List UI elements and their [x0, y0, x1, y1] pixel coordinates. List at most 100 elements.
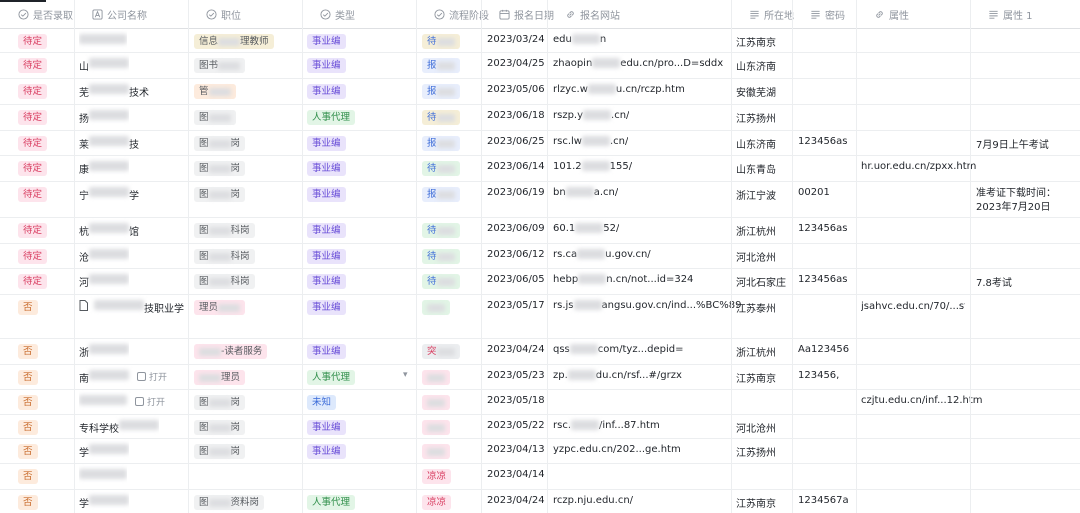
cell-location[interactable]: 浙江杭州 [736, 217, 776, 243]
cell-date[interactable]: 2023/04/14 [487, 463, 545, 489]
cell-type[interactable]: 事业编 [307, 414, 346, 438]
cell-site[interactable]: 60.1 52/ [553, 217, 619, 243]
cell-date[interactable]: 2023/05/17 [487, 294, 545, 338]
cell-type[interactable]: 事业编 [307, 294, 346, 338]
cell-type[interactable]: 事业编 [307, 130, 346, 155]
cell-company[interactable]: 宁学 [79, 181, 139, 217]
cell-status[interactable]: 待定 [18, 52, 48, 78]
cell-stage[interactable]: 报 [422, 78, 460, 104]
cell-site[interactable]: rczp.nju.edu.cn/ [553, 489, 633, 513]
cell-password[interactable]: Aa123456 [798, 338, 849, 364]
cell-job[interactable]: 信息 理教师 [194, 28, 274, 52]
column-header-10[interactable]: 属性 1 [988, 0, 1033, 28]
cell-date[interactable]: 2023/04/13 [487, 438, 545, 463]
cell-company[interactable] [79, 28, 127, 52]
column-header-0[interactable]: 是否录取 [18, 0, 73, 28]
cell-date[interactable]: 2023/05/23 [487, 364, 545, 389]
cell-status[interactable]: 否 [18, 414, 38, 438]
cell-site[interactable]: edu n [553, 28, 606, 52]
cell-location[interactable]: 江苏南京 [736, 28, 776, 52]
cell-status[interactable]: 待定 [18, 130, 48, 155]
cell-job[interactable]: 理员 [194, 294, 246, 338]
cell-date[interactable]: 2023/06/12 [487, 243, 545, 268]
cell-location[interactable]: 山东青岛 [736, 155, 776, 181]
table-row[interactable]: 否打开图岗未知 2023/05/18 czjtu.edu.cn/inf...12.h… [0, 389, 1080, 415]
cell-stage[interactable]: 凉凉 [422, 489, 452, 513]
cell-type[interactable]: 人事代理 ▾ [307, 364, 415, 389]
cell-type[interactable]: 事业编 [307, 155, 346, 181]
table-row[interactable]: 待定 芜 技术 管 事业编 报 2023/05/06 rlzyc.w u.cn/rczp.htm… [0, 78, 1080, 105]
cell-company[interactable]: 学 [79, 489, 129, 513]
column-header-8[interactable]: 密码 [810, 0, 845, 28]
cell-type[interactable]: 事业编 [307, 438, 346, 463]
column-header-5[interactable]: 报名日期 [499, 0, 554, 28]
table-row[interactable]: 待定莱技图岗事业编报 2023/06/25 rsc.lw .cn/山东济南 123456… [0, 130, 1080, 156]
cell-status[interactable]: 否 [18, 294, 38, 338]
table-row[interactable]: 待定 山 图书 事业编 报 2023/04/25 zhaopin edu.cn/pro...D… [0, 52, 1080, 79]
cell-type[interactable]: 事业编 [307, 52, 346, 78]
cell-location[interactable]: 山东济南 [736, 130, 776, 155]
table-row[interactable]: 否 凉凉 2023/04/14 [0, 463, 1080, 490]
cell-location[interactable]: 河北沧州 [736, 243, 776, 268]
table-row[interactable]: 否 技职业学 理员 事业编 2023/05/17 rs.js angsu.gov.cn/in… [0, 294, 1080, 339]
cell-job[interactable]: 图岗 [194, 155, 246, 181]
column-header-6[interactable]: 报名网站 [565, 0, 620, 28]
cell-status[interactable]: 待定 [18, 78, 48, 104]
cell-company[interactable]: 河 [79, 268, 129, 294]
cell-location[interactable]: 浙江杭州 [736, 338, 776, 364]
table-row[interactable]: 否 学 图 资料岗 人事代理 凉凉 2023/04/24 rczp.nju.edu.cn/江苏… [0, 489, 1080, 513]
cell-type[interactable]: 事业编 [307, 268, 346, 294]
cell-type[interactable]: 未知 [307, 389, 337, 414]
cell-attr[interactable]: czjtu.edu.cn/inf...12.htm [861, 389, 983, 414]
cell-site[interactable]: 101.2 155/ [553, 155, 632, 181]
table-row[interactable]: 否学图岗事业编 2023/04/13 yzpc.edu.cn/202...ge.ht… [0, 438, 1080, 464]
cell-type[interactable]: 事业编 [307, 243, 346, 268]
table-row[interactable]: 待定 河 图 科岗 事业编 待 2023/06/05 hebp n.cn/not...id=32… [0, 268, 1080, 295]
cell-date[interactable]: 2023/05/18 [487, 389, 545, 414]
cell-stage[interactable] [422, 364, 450, 389]
cell-type[interactable]: 事业编 [307, 28, 346, 52]
cell-stage[interactable]: 突 [422, 338, 460, 364]
cell-stage[interactable]: 报 [422, 181, 460, 217]
cell-stage[interactable]: 报 [422, 52, 460, 78]
cell-location[interactable]: 浙江宁波 [736, 181, 776, 217]
table-row[interactable]: 待定 扬 图 人事代理 待 2023/06/18 rszp.y .cn/江苏扬州 [0, 104, 1080, 131]
column-header-2[interactable]: 职位 [206, 0, 241, 28]
open-record-button[interactable]: 打开 [137, 370, 167, 383]
cell-attr1[interactable]: 准考证下载时间：2023年7月20日 [976, 181, 1078, 217]
cell-job[interactable]: 图书 [194, 52, 246, 78]
cell-company[interactable]: 学 [79, 438, 129, 463]
cell-stage[interactable]: 凉凉 [422, 463, 452, 489]
cell-attr1[interactable]: 7月9日上午考试 [976, 130, 1049, 155]
cell-site[interactable]: yzpc.edu.cn/202...ge.htm [553, 438, 681, 463]
table-row[interactable]: 待定杭馆图科岗 事业编待 2023/06/09 60.1 52/浙江杭州 123456as [0, 217, 1080, 244]
cell-location[interactable]: 河北沧州 [736, 414, 776, 438]
cell-job[interactable]: 图岗 [194, 130, 246, 155]
cell-location[interactable]: 江苏扬州 [736, 438, 776, 463]
cell-location[interactable]: 山东济南 [736, 52, 776, 78]
cell-stage[interactable] [422, 438, 450, 463]
cell-job[interactable]: 管 [194, 78, 236, 104]
table-row[interactable]: 否 南 打开 理员 人事代理 ▾ 2023/05/23 zp. du.cn/rsf...#/gr… [0, 364, 1080, 390]
cell-company[interactable]: 技职业学 [79, 294, 184, 338]
cell-stage[interactable] [422, 389, 450, 414]
cell-site[interactable]: rs.ca u.gov.cn/ [553, 243, 651, 268]
table-row[interactable]: 待定康图岗事业编待 2023/06/14 101.2 155/山东青岛 hr.uor.e… [0, 155, 1080, 182]
cell-company[interactable]: 康 [79, 155, 129, 181]
cell-location[interactable]: 江苏南京 [736, 364, 776, 389]
cell-site[interactable]: rsc.lw .cn/ [553, 130, 628, 155]
cell-location[interactable]: 江苏扬州 [736, 104, 776, 130]
chevron-down-icon[interactable]: ▾ [403, 370, 408, 380]
cell-site[interactable]: rszp.y .cn/ [553, 104, 629, 130]
cell-date[interactable]: 2023/06/05 [487, 268, 545, 294]
cell-company[interactable]: 沧 [79, 243, 129, 268]
cell-date[interactable]: 2023/06/18 [487, 104, 545, 130]
cell-stage[interactable]: 待 [422, 217, 460, 243]
table-row[interactable]: 否专科学校图岗事业编 2023/05/22 rsc./inf...87.htm 河北沧… [0, 414, 1080, 439]
cell-company[interactable]: 浙 [79, 338, 129, 364]
table-row[interactable]: 待定 信息 理教师 事业编 待 2023/03/24 edu n 江苏南京 [0, 28, 1080, 53]
cell-job[interactable]: 图岗 [194, 414, 246, 438]
cell-status[interactable]: 待定 [18, 268, 48, 294]
cell-company[interactable]: 杭馆 [79, 217, 139, 243]
cell-date[interactable]: 2023/04/24 [487, 338, 545, 364]
